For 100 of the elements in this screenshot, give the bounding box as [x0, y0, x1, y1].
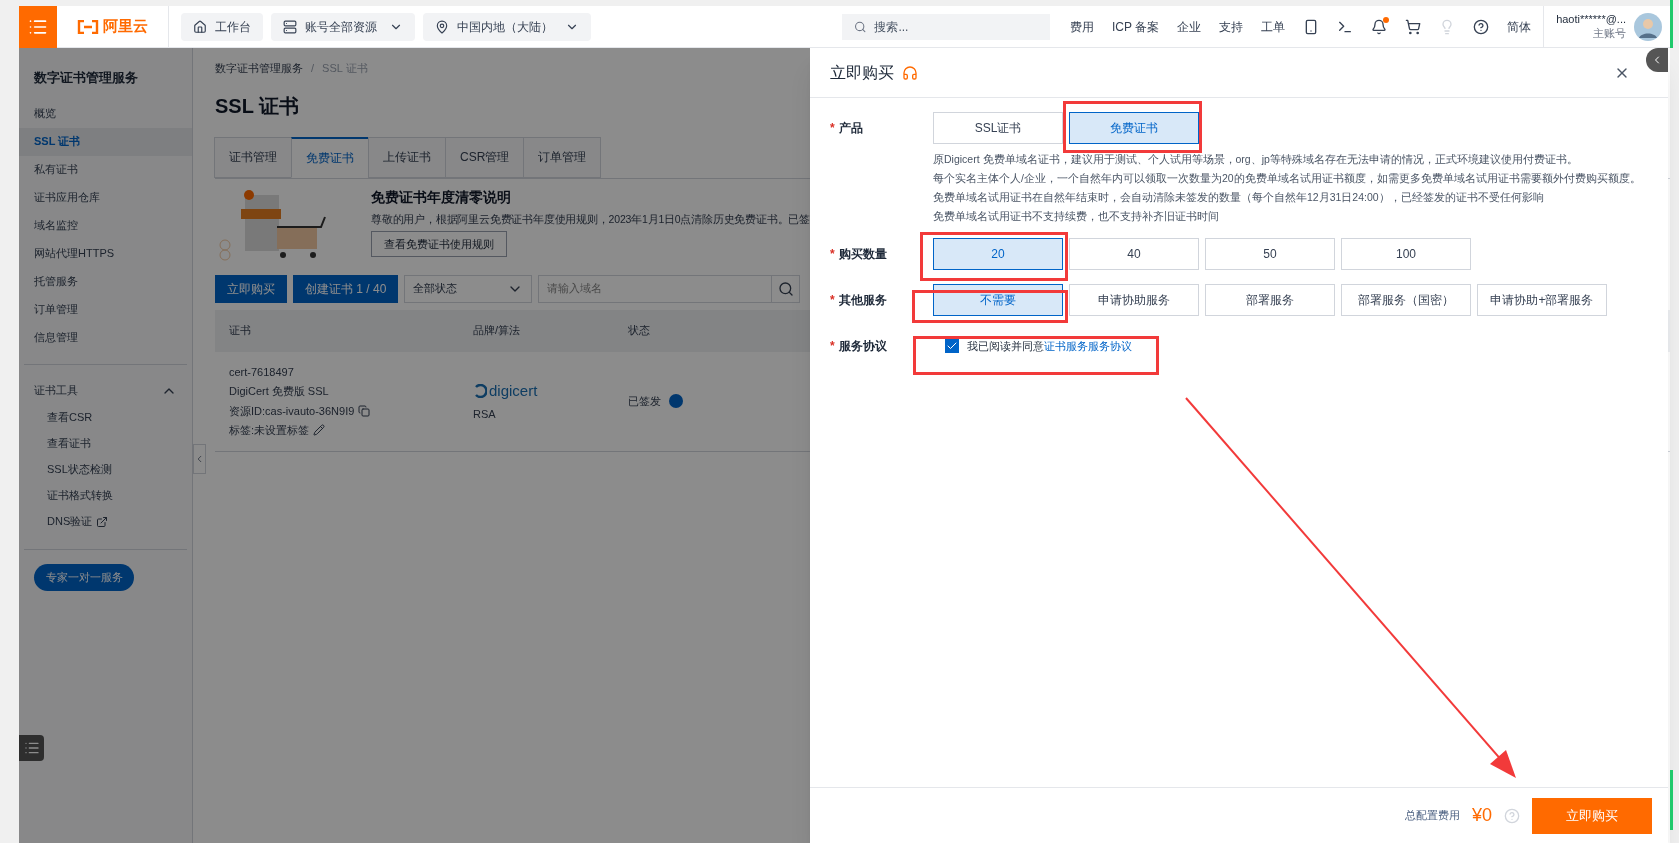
search-icon	[854, 19, 867, 34]
agreement-link[interactable]: 证书服务服务协议	[1044, 339, 1132, 352]
tab[interactable]: CSR管理	[445, 136, 525, 178]
language-link[interactable]: 简体	[1507, 17, 1532, 36]
external-link-icon	[96, 515, 109, 528]
create-certificate-button[interactable]: 创建证书 1 / 40	[293, 274, 399, 303]
buy-now-button[interactable]: 立即购买	[215, 274, 287, 303]
option-button[interactable]: 50	[1205, 238, 1335, 270]
option-button[interactable]: 40	[1069, 238, 1199, 270]
avatar-icon[interactable]	[1634, 12, 1662, 41]
bell-icon	[1371, 18, 1388, 35]
sidebar-item[interactable]: 域名监控	[19, 211, 192, 240]
sidebar-subitem[interactable]: 查看CSR	[47, 409, 93, 426]
nav-icon	[193, 19, 207, 34]
user-name[interactable]: haoti******@...	[1556, 12, 1626, 27]
edit-icon[interactable]	[313, 424, 326, 437]
logo-text: 阿里云	[103, 16, 148, 37]
price: ¥0	[1471, 804, 1492, 827]
tab[interactable]: 上传证书	[368, 136, 446, 178]
drawer-title: 立即购买	[830, 62, 894, 83]
copy-icon[interactable]	[358, 404, 371, 417]
sidebar-subitem[interactable]: 证书格式转换	[47, 487, 113, 504]
notification-button[interactable]	[1371, 18, 1388, 35]
breadcrumb-item[interactable]: 数字证书管理服务	[215, 60, 303, 77]
top-link[interactable]: ICP 备案	[1112, 17, 1160, 36]
field-label: 其他服务	[838, 292, 887, 309]
tab[interactable]: 订单管理	[523, 136, 602, 178]
product-note: 原Digicert 免费单域名证书，建议用于测试、个人试用等场景，org、jp等特殊域名存在无法申请的情况，正式环境建议使用付费证书。	[933, 152, 1579, 167]
tab[interactable]: 证书管理	[214, 136, 292, 178]
option-button[interactable]: 申请协助+部署服务	[1477, 284, 1607, 316]
collapse-handle[interactable]	[1646, 48, 1668, 72]
scrollbar-indicator	[1670, 0, 1673, 48]
check-icon	[946, 340, 958, 352]
domain-search-field[interactable]: 请输入域名	[539, 280, 772, 297]
scrollbar-indicator	[1670, 770, 1673, 830]
menu-button[interactable]	[19, 5, 57, 48]
option-button[interactable]: SSL证书	[933, 112, 1063, 144]
sidebar-subitem[interactable]: 查看证书	[47, 435, 91, 452]
sidebar-item[interactable]: 订单管理	[19, 295, 192, 324]
top-link[interactable]: 企业	[1177, 17, 1202, 36]
option-button[interactable]: 部署服务	[1205, 284, 1335, 316]
headset-icon[interactable]	[902, 64, 918, 81]
column-header: 证书	[228, 323, 252, 339]
search-bar[interactable]: 搜索...	[842, 13, 1050, 40]
user-role: 主账号	[1593, 26, 1626, 41]
option-button[interactable]: 20	[933, 238, 1063, 270]
info-icon[interactable]	[669, 394, 683, 408]
domain-search-bar[interactable]: 请输入域名	[538, 274, 801, 303]
nav-button[interactable]: 工作台	[181, 12, 263, 41]
sidebar-subitem[interactable]: SSL状态检测	[47, 461, 112, 478]
brand-name: digicert	[489, 380, 538, 401]
search-icon[interactable]	[777, 280, 794, 297]
status-text: 已签发	[628, 393, 661, 409]
cart-icon[interactable]	[1405, 18, 1422, 35]
cost-label: 总配置费用	[1404, 808, 1460, 824]
expert-service-button[interactable]: 专家一对一服务	[34, 563, 134, 591]
certificate-product: DigiCert 免费版 SSL	[229, 384, 330, 399]
agreement-checkbox[interactable]	[945, 339, 959, 353]
sidebar-item[interactable]: 概览	[19, 99, 192, 128]
option-button[interactable]: 免费证书	[1069, 112, 1199, 144]
buy-now-button[interactable]: 立即购买	[1532, 797, 1652, 834]
sidebar-item[interactable]: 托管服务	[19, 267, 192, 296]
tab[interactable]: 免费证书	[291, 136, 369, 178]
top-link[interactable]: 支持	[1219, 17, 1244, 36]
rules-button[interactable]: 查看免费证书使用规则	[371, 231, 507, 258]
breadcrumb-separator: /	[311, 61, 315, 76]
sidebar-item[interactable]: SSL 证书	[19, 127, 192, 156]
help-icon[interactable]	[1473, 18, 1490, 35]
option-button[interactable]: 100	[1341, 238, 1471, 270]
nav-icon	[435, 19, 449, 34]
option-button[interactable]: 部署服务（国密）	[1341, 284, 1471, 316]
sidebar-item[interactable]: 信息管理	[19, 323, 192, 352]
required-mark: *	[830, 246, 835, 263]
sidebar-group-label[interactable]: 证书工具	[34, 382, 78, 399]
option-button[interactable]: 申请协助服务	[1069, 284, 1199, 316]
sidebar-title: 数字证书管理服务	[33, 69, 139, 87]
list-icon	[23, 740, 40, 756]
sidebar-item[interactable]: 网站代理HTTPS	[19, 239, 192, 268]
notice-title: 免费证书年度清零说明	[371, 187, 512, 207]
column-header: 品牌/算法	[473, 323, 522, 339]
logo-icon	[77, 19, 99, 34]
notice-text: 尊敬的用户，根据阿里云免费证书年度使用规则，2023年1月1日0点清除历史免费证书。已签	[371, 211, 811, 227]
list-button[interactable]	[19, 735, 44, 761]
top-link[interactable]: 工单	[1261, 17, 1286, 36]
product-note: 每个实名主体个人/企业，一个自然年内可以领取一次数量为20的免费单域名试用证书额度，如需更多免费单域名试用证书需要额外付费购买额度。	[933, 171, 1641, 186]
required-mark: *	[830, 120, 835, 137]
field-label: 产品	[838, 120, 863, 137]
product-note: 免费单域名试用证书不支持续费，也不支持补齐旧证书时间	[933, 209, 1220, 224]
status-dropdown[interactable]: 全部状态	[404, 274, 533, 303]
sidebar-item[interactable]: 证书应用仓库	[19, 183, 192, 212]
search-field[interactable]: 搜索...	[874, 17, 1038, 36]
sidebar-subitem[interactable]: DNS验证	[47, 513, 93, 530]
algorithm: RSA	[473, 407, 497, 422]
field-label: 购买数量	[838, 246, 887, 263]
required-mark: *	[830, 292, 835, 309]
nav-button[interactable]: 账号全部资源	[271, 12, 415, 41]
nav-button[interactable]: 中国内地（大陆）	[423, 12, 591, 41]
collapse-sidebar-handle[interactable]	[193, 444, 206, 474]
tag-text: 标签:未设置标签	[229, 423, 310, 438]
top-link[interactable]: 费用	[1070, 17, 1094, 36]
